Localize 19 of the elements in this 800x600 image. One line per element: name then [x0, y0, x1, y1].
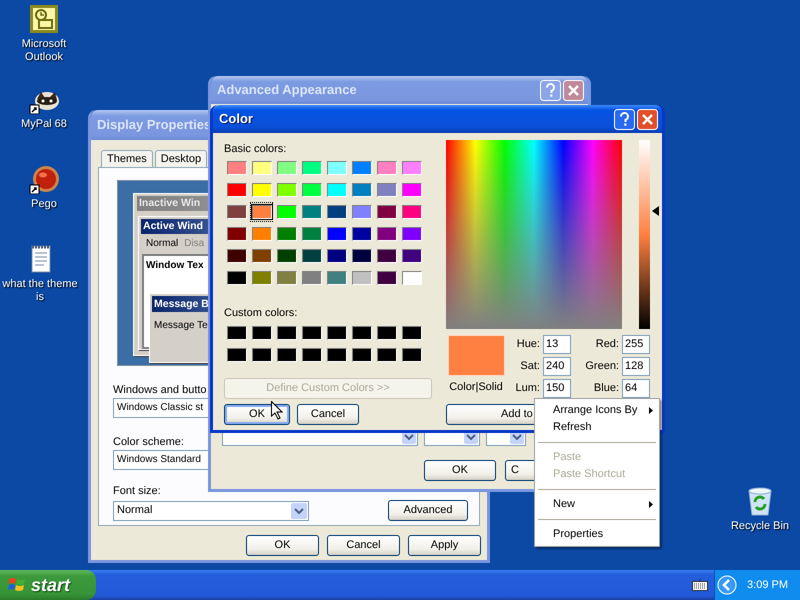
window-title: Advanced Appearance	[217, 81, 357, 100]
window-title: Display Properties	[97, 116, 212, 134]
window-title: Color	[219, 110, 253, 128]
preview-label: Color|Solid	[449, 380, 503, 395]
field-label: Color scheme:	[113, 435, 184, 448]
field-label: Font size:	[113, 484, 161, 497]
clock: 3:09 PM	[747, 578, 788, 593]
section-label: Basic colors:	[224, 142, 288, 155]
field-label: Sat:	[520, 359, 540, 374]
field-label: Lum:	[516, 381, 540, 396]
dropdown-value: Normal	[117, 503, 152, 518]
field-label: Red:	[596, 337, 619, 352]
field-label: Green:	[585, 359, 619, 374]
field-label: Blue:	[594, 381, 619, 396]
menu-item: Disa	[184, 236, 204, 250]
message-text: Message Te	[154, 319, 208, 333]
field-label: Windows and butto	[113, 383, 207, 396]
field-label: Hue:	[516, 337, 540, 352]
window-text: Window Tex	[146, 259, 204, 273]
